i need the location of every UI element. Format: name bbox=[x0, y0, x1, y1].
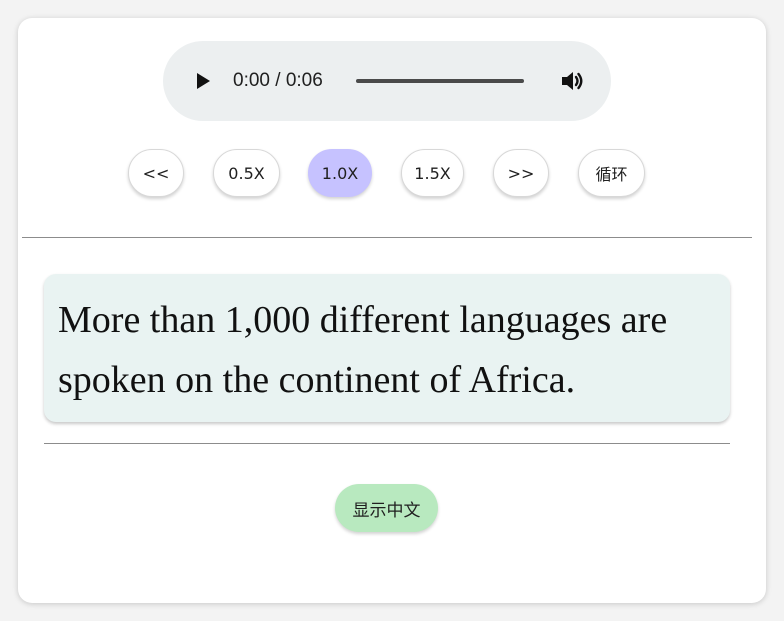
speed-1.5x-button[interactable]: 1.5X bbox=[401, 149, 464, 197]
speed-1.0x-button[interactable]: 1.0X bbox=[308, 149, 372, 197]
speed-0.5x-button[interactable]: 0.5X bbox=[213, 149, 280, 197]
divider bbox=[22, 237, 752, 238]
prev-button[interactable]: << bbox=[128, 149, 184, 197]
player-card: 0:00 / 0:06 << 0.5X 1.0X 1.5X >> 循环 More… bbox=[18, 18, 766, 603]
volume-button[interactable] bbox=[559, 68, 585, 94]
volume-icon bbox=[562, 72, 583, 90]
sentence-text: More than 1,000 different languages are … bbox=[58, 299, 668, 401]
audio-player: 0:00 / 0:06 bbox=[163, 41, 611, 121]
loop-button[interactable]: 循环 bbox=[578, 149, 645, 197]
play-button[interactable] bbox=[191, 69, 215, 93]
progress-slider[interactable] bbox=[356, 79, 524, 83]
sentence-box: More than 1,000 different languages are … bbox=[44, 274, 730, 422]
time-display: 0:00 / 0:06 bbox=[233, 70, 323, 91]
next-button[interactable]: >> bbox=[493, 149, 549, 197]
show-chinese-button[interactable]: 显示中文 bbox=[335, 484, 438, 532]
divider bbox=[44, 443, 730, 444]
play-icon bbox=[197, 73, 210, 89]
